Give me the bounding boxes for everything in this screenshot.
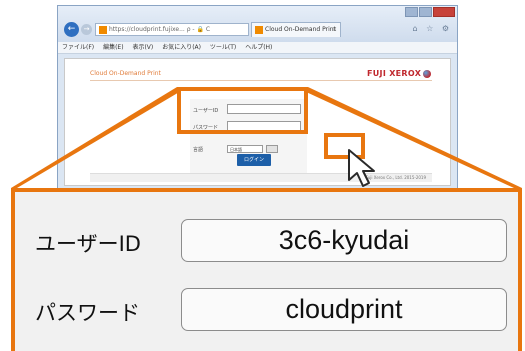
address-bar[interactable]: https://cloudprint.fujixe... ρ - 🔒 C xyxy=(95,23,249,36)
password-label: パスワード xyxy=(35,301,140,325)
language-select-small[interactable]: 日本語 xyxy=(227,145,263,153)
tab-favicon-icon xyxy=(255,25,263,34)
menu-bar: ファイル(F) 編集(E) 表示(V) お気に入り(A) ツール(T) ヘルプ(… xyxy=(58,42,457,54)
zoomed-login-panel: ユーザーID 3c6-kyudai パスワード cloudprint xyxy=(11,188,522,351)
page-footer: © Fuji Xerox Co., Ltd. 2015-2019 xyxy=(90,173,432,182)
menu-item-file[interactable]: ファイル(F) xyxy=(62,44,94,51)
fuji-xerox-logo: FUJI XEROX xyxy=(367,69,432,78)
window-controls xyxy=(404,7,455,18)
userid-label: ユーザーID xyxy=(35,232,141,256)
logo-text: FUJI XEROX xyxy=(367,69,422,78)
browser-tools-icons[interactable]: ⌂ ☆ ⚙ xyxy=(412,24,452,33)
tab-title: Cloud On-Demand Print xyxy=(265,26,336,33)
language-label-small: 言語 xyxy=(193,147,204,153)
menu-item-favorites[interactable]: お気に入り(A) xyxy=(162,44,201,51)
menu-item-edit[interactable]: 編集(E) xyxy=(103,44,123,51)
logo-mark-icon xyxy=(423,69,432,78)
language-apply-button[interactable] xyxy=(266,145,278,153)
fields-highlight xyxy=(177,87,308,134)
maximize-button[interactable] xyxy=(419,7,432,17)
menu-item-view[interactable]: 表示(V) xyxy=(132,44,153,51)
menu-item-help[interactable]: ヘルプ(H) xyxy=(245,44,272,51)
browser-tab[interactable]: Cloud On-Demand Print × xyxy=(251,22,341,37)
login-button[interactable]: ログイン xyxy=(237,154,271,166)
password-field[interactable]: cloudprint xyxy=(181,288,507,331)
tab-close-icon[interactable]: × xyxy=(332,23,337,37)
minimize-button[interactable] xyxy=(405,7,418,17)
userid-field[interactable]: 3c6-kyudai xyxy=(181,219,507,262)
page-title: Cloud On-Demand Print xyxy=(90,70,161,77)
menu-item-tools[interactable]: ツール(T) xyxy=(210,44,236,51)
address-text: https://cloudprint.fujixe... ρ - 🔒 C xyxy=(109,26,211,33)
site-favicon-icon xyxy=(99,25,107,34)
header-divider xyxy=(90,80,432,81)
back-button[interactable]: ← xyxy=(64,22,79,37)
forward-button[interactable]: → xyxy=(81,24,92,35)
mouse-cursor-icon xyxy=(348,149,375,187)
close-window-button[interactable] xyxy=(433,7,455,17)
browser-titlebar: ← → https://cloudprint.fujixe... ρ - 🔒 C… xyxy=(58,6,457,42)
